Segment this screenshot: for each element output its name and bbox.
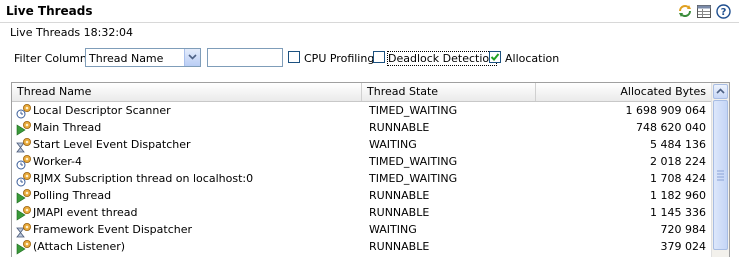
deadlock-detection-label: Deadlock Detection (386, 51, 498, 66)
threads-table: Thread Name Thread State Allocated Bytes… (11, 82, 730, 257)
thread-waiting-icon (16, 137, 32, 153)
thread-state: TIMED_WAITING (369, 155, 458, 168)
refresh-icon[interactable] (677, 3, 693, 19)
thread-name: Polling Thread (33, 189, 112, 202)
table-row[interactable]: JMAPI event thread RUNNABLE 1 145 336 (12, 204, 712, 221)
allocated-bytes: 379 024 (660, 240, 707, 253)
scroll-thumb[interactable] (713, 100, 728, 250)
table-row[interactable]: Main Thread RUNNABLE 748 620 040 (12, 119, 712, 136)
thread-running-icon (16, 239, 32, 255)
thread-name-cell: JMAPI event thread (16, 204, 356, 221)
cpu-profiling-checkbox[interactable] (288, 51, 300, 63)
thread-name-cell: (Attach Listener) (16, 238, 356, 255)
column-header-thread-name[interactable]: Thread Name (12, 83, 362, 101)
allocated-bytes: 1 708 424 (650, 172, 706, 185)
thread-name: RJMX Subscription thread on localhost:0 (33, 172, 254, 185)
thread-name-cell: Main Thread (16, 119, 356, 136)
thread-running-icon (16, 120, 32, 136)
thread-state: RUNNABLE (369, 206, 430, 219)
thread-waiting-icon (16, 222, 32, 238)
thread-timed-waiting-icon (16, 171, 32, 187)
thread-timed-waiting-icon (16, 103, 32, 119)
thread-name-cell: Worker-4 (16, 153, 356, 170)
table-row[interactable]: Worker-4 TIMED_WAITING 2 018 224 (12, 153, 712, 170)
table-columns-icon[interactable] (696, 3, 712, 19)
cpu-profiling-label: CPU Profiling (304, 52, 375, 65)
thread-name-cell: RJMX Subscription thread on localhost:0 (16, 170, 356, 187)
panel-header: Live Threads ? (0, 0, 739, 23)
checkmark-icon (490, 53, 500, 61)
svg-text:?: ? (720, 7, 726, 18)
allocation-label: Allocation (505, 52, 560, 65)
thread-name-cell: Local Descriptor Scanner (16, 102, 356, 119)
allocated-bytes: 1 145 336 (650, 206, 706, 219)
thread-state: RUNNABLE (369, 189, 430, 202)
table-header: Thread Name Thread State Allocated Bytes (12, 83, 712, 102)
thread-name: Main Thread (33, 121, 102, 134)
allocated-bytes: 720 984 (660, 223, 707, 236)
thread-timed-waiting-icon (16, 154, 32, 170)
vertical-scrollbar[interactable] (711, 83, 729, 257)
table-row[interactable]: RJMX Subscription thread on localhost:0 T… (12, 170, 712, 187)
filter-column-value: Thread Name (89, 52, 164, 65)
thread-name: Framework Event Dispatcher (33, 223, 193, 236)
live-threads-timestamp: Live Threads 18:32:04 (10, 26, 134, 39)
allocated-bytes: 1 698 909 064 (625, 104, 706, 117)
thread-name: Start Level Event Dispatcher (33, 138, 191, 151)
thread-state: WAITING (369, 223, 417, 236)
filter-bar: Filter Column Thread Name CPU Profiling … (0, 47, 739, 69)
table-row[interactable]: Polling Thread RUNNABLE 1 182 960 (12, 187, 712, 204)
table-row[interactable]: Framework Event Dispatcher WAITING 720 984 (12, 221, 712, 238)
chevron-up-icon (716, 88, 725, 94)
column-header-allocated-bytes[interactable]: Allocated Bytes (536, 83, 712, 101)
thread-running-icon (16, 205, 32, 221)
allocated-bytes: 1 182 960 (650, 189, 706, 202)
allocation-checkbox[interactable] (489, 51, 501, 63)
thread-state: RUNNABLE (369, 121, 430, 134)
filter-text-input[interactable] (207, 48, 283, 67)
grip-icon (717, 170, 724, 181)
thread-name-cell: Framework Event Dispatcher (16, 221, 356, 238)
table-row[interactable]: Local Descriptor Scanner TIMED_WAITING 1 6… (12, 102, 712, 119)
filter-column-label: Filter Column (14, 52, 87, 65)
thread-state: WAITING (369, 138, 417, 151)
help-icon[interactable]: ? (715, 3, 731, 19)
deadlock-detection-checkbox[interactable] (373, 51, 385, 63)
table-row[interactable]: Start Level Event Dispatcher WAITING 5 484… (12, 136, 712, 153)
allocated-bytes: 5 484 136 (650, 138, 706, 151)
scroll-up-button[interactable] (713, 84, 728, 99)
thread-name: Local Descriptor Scanner (33, 104, 171, 117)
chevron-down-icon[interactable] (184, 49, 200, 66)
thread-name: (Attach Listener) (33, 240, 126, 253)
column-header-thread-state[interactable]: Thread State (362, 83, 536, 101)
thread-name-cell: Start Level Event Dispatcher (16, 136, 356, 153)
panel-title: Live Threads (6, 4, 93, 18)
thread-state: RUNNABLE (369, 240, 430, 253)
thread-state: TIMED_WAITING (369, 104, 458, 117)
thread-name: JMAPI event thread (33, 206, 138, 219)
thread-running-icon (16, 188, 32, 204)
allocated-bytes: 2 018 224 (650, 155, 706, 168)
table-row[interactable]: (Attach Listener) RUNNABLE 379 024 (12, 238, 712, 255)
thread-state: TIMED_WAITING (369, 172, 458, 185)
filter-column-select[interactable]: Thread Name (85, 48, 201, 67)
thread-name-cell: Polling Thread (16, 187, 356, 204)
thread-name: Worker-4 (33, 155, 83, 168)
allocated-bytes: 748 620 040 (636, 121, 706, 134)
